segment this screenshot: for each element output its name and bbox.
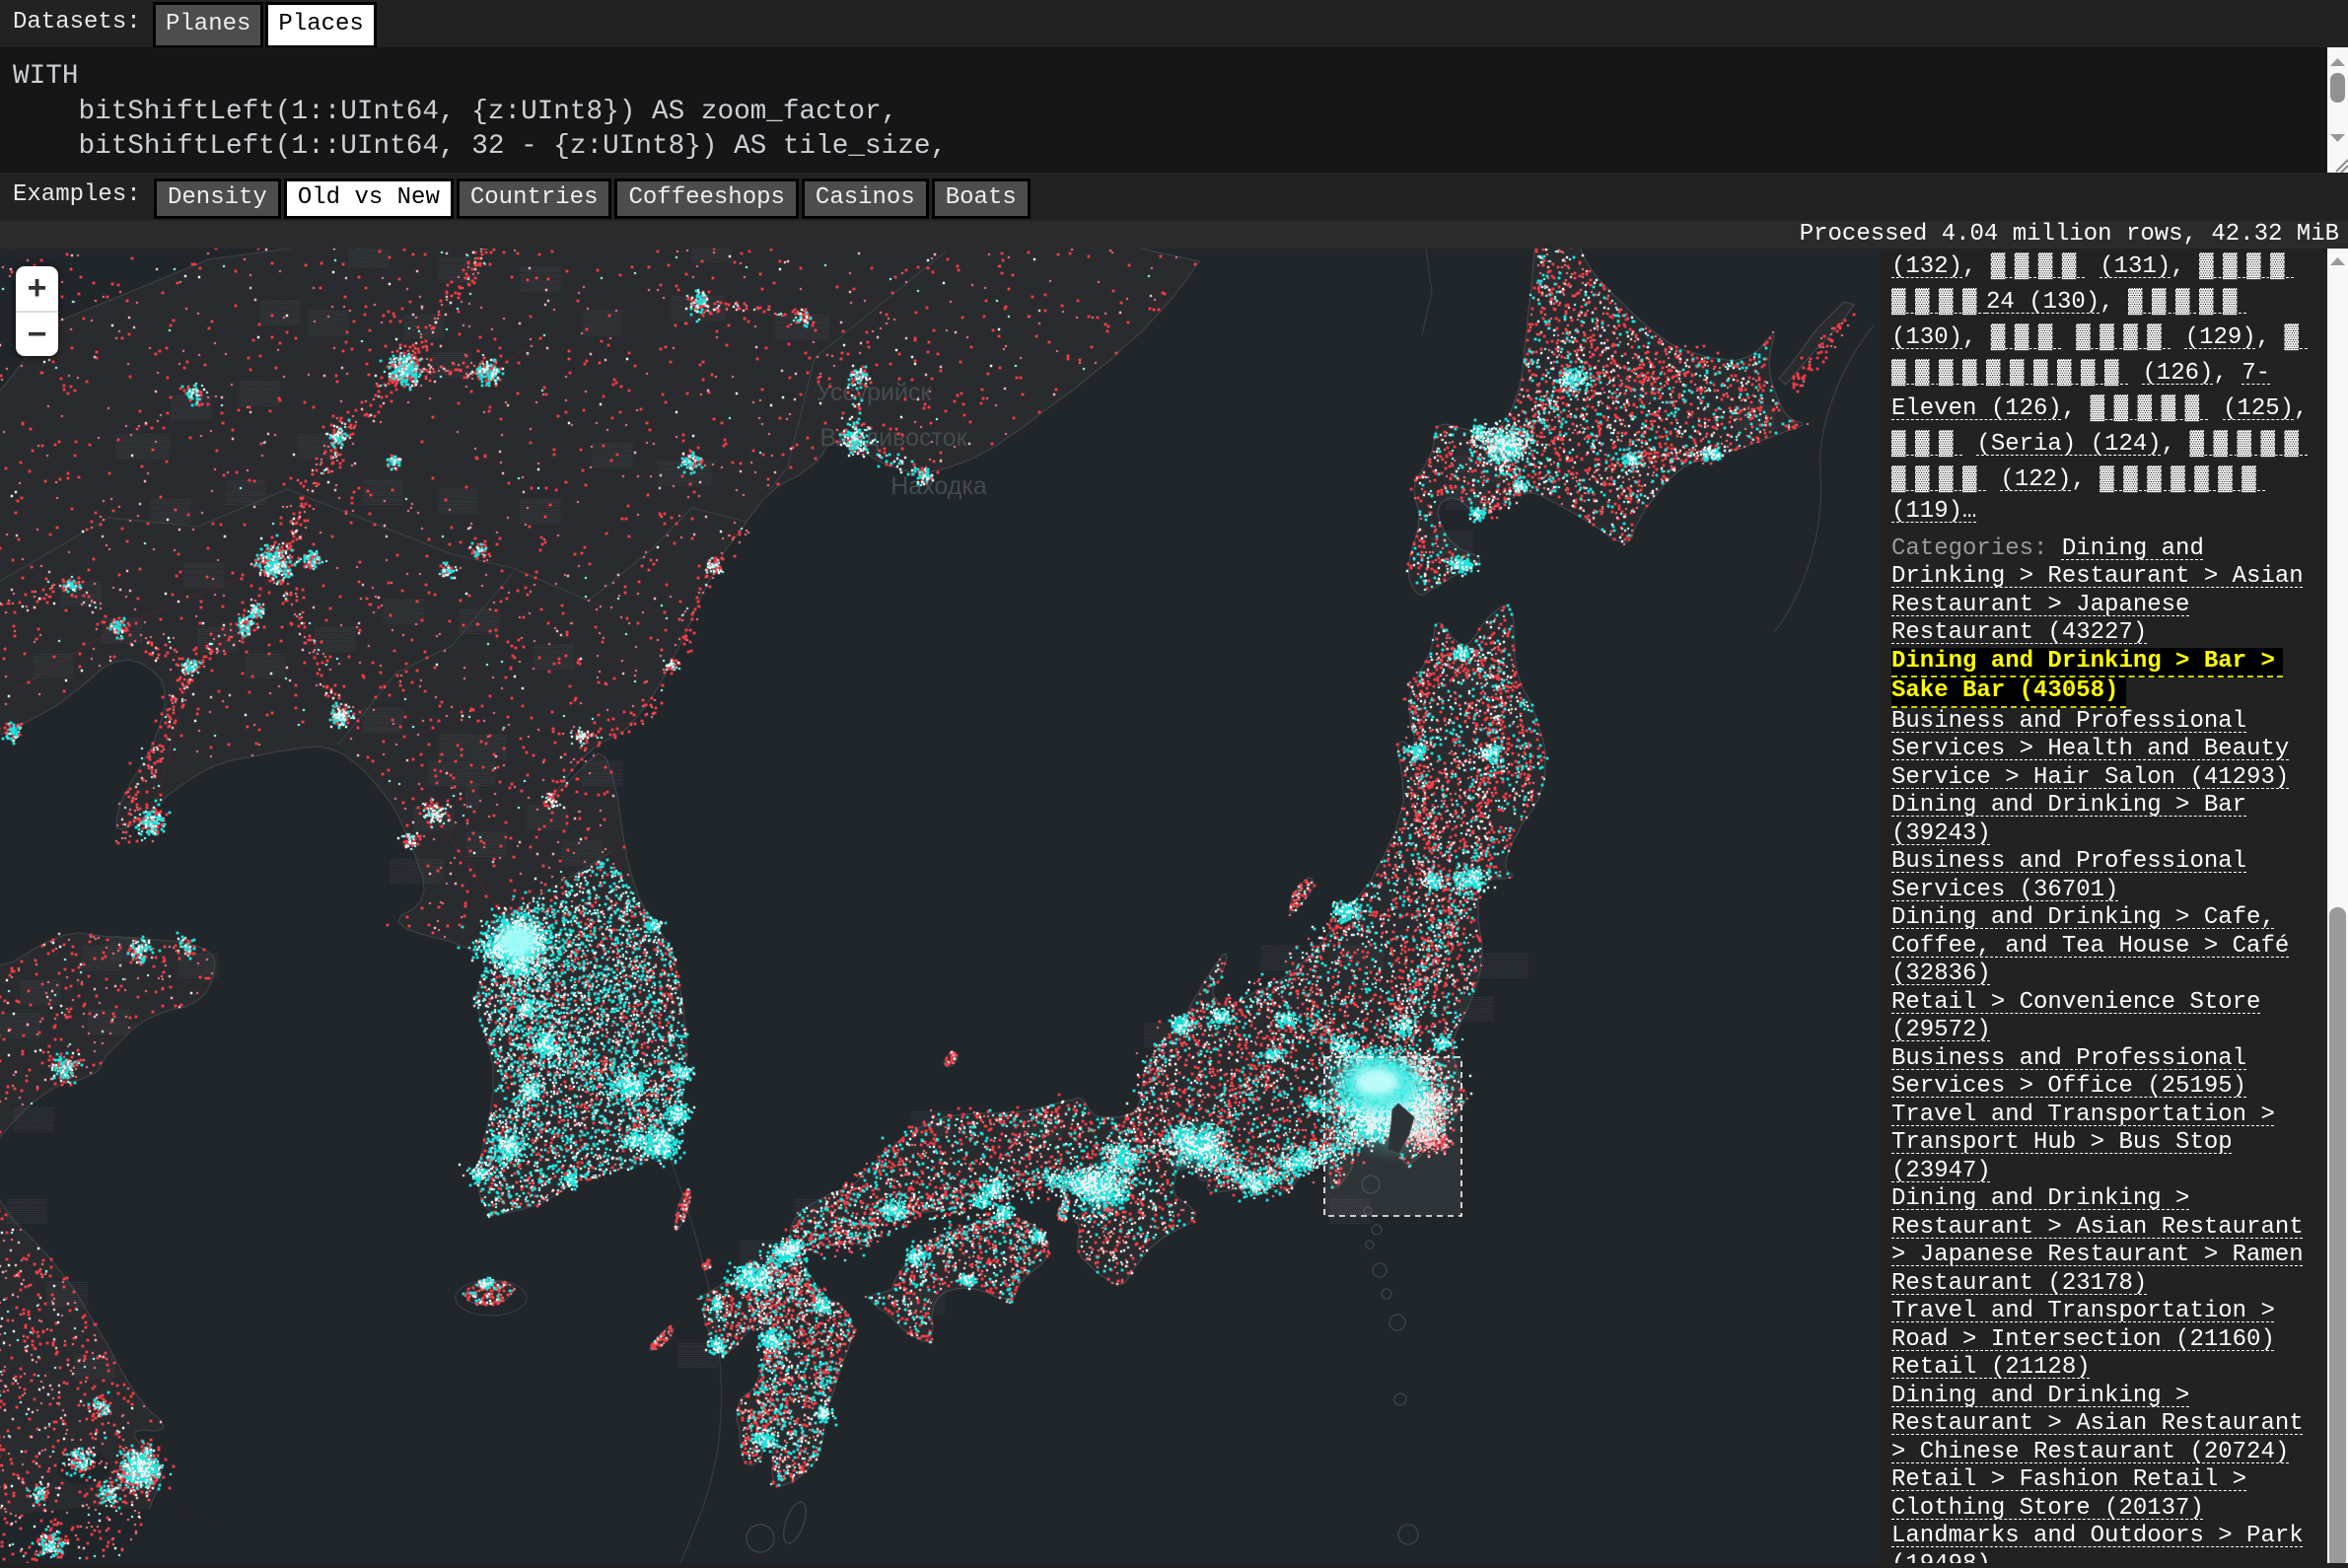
svg-text:Владивосток: Владивосток: [819, 424, 967, 452]
svg-text:▒▒▒: ▒▒▒: [183, 562, 225, 589]
svg-text:▒▒▒: ▒▒▒: [592, 442, 633, 468]
svg-text:▒▒▒: ▒▒▒: [465, 831, 507, 858]
svg-text:▒▒▒: ▒▒▒: [315, 626, 356, 653]
svg-text:▒▒▒: ▒▒▒: [520, 266, 561, 293]
svg-text:▒▒▒: ▒▒▒: [150, 498, 191, 525]
svg-text:Уссурийск: Уссурийск: [817, 379, 933, 406]
svg-text:▒▒▒: ▒▒▒: [582, 760, 623, 787]
svg-text:▒▒▒: ▒▒▒: [362, 707, 403, 734]
svg-text:▒▒▒: ▒▒▒: [225, 479, 266, 506]
svg-text:▒▒▒▒: ▒▒▒▒: [390, 858, 444, 885]
svg-text:▒▒▒: ▒▒▒: [582, 310, 623, 336]
svg-text:▒▒▒: ▒▒▒: [308, 310, 349, 336]
svg-text:▒▒▒: ▒▒▒: [459, 608, 500, 635]
svg-text:▒▒▒: ▒▒▒: [520, 498, 561, 525]
svg-text:▒▒▒: ▒▒▒: [438, 488, 479, 515]
svg-text:▒▒▒: ▒▒▒: [691, 249, 733, 263]
svg-text:Находка: Находка: [890, 472, 987, 500]
svg-text:▒▒▒: ▒▒▒: [20, 979, 61, 1006]
svg-text:▒▒▒: ▒▒▒: [178, 953, 219, 979]
svg-text:▒▒▒: ▒▒▒: [6, 1198, 47, 1225]
svg-text:▒▒▒: ▒▒▒: [259, 300, 301, 326]
svg-text:▒▒▒: ▒▒▒: [13, 1106, 54, 1133]
svg-text:▒▒▒: ▒▒▒: [362, 479, 403, 506]
svg-text:▒▒▒: ▒▒▒: [88, 1009, 129, 1035]
svg-text:▒▒▒: ▒▒▒: [348, 249, 390, 268]
svg-text:▒▒▒: ▒▒▒: [0, 1013, 40, 1039]
svg-text:▒▒▒: ▒▒▒: [239, 381, 280, 407]
svg-text:▒▒▒▒: ▒▒▒▒: [115, 433, 170, 460]
